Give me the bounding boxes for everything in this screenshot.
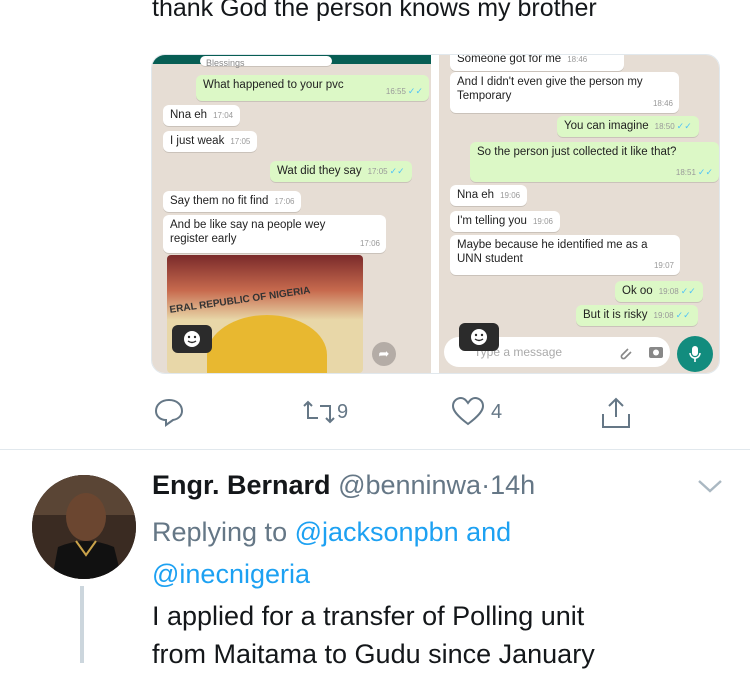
reply-icon xyxy=(154,398,184,427)
tweet-divider xyxy=(0,449,750,450)
tweet-body-line: from Maitama to Gudu since January xyxy=(152,639,595,669)
tweet-actions: 9 4 xyxy=(0,396,750,432)
tweet-body: I applied for a transfer of Polling unit… xyxy=(152,597,595,673)
like-button[interactable]: 4 xyxy=(451,396,502,428)
chat-bubble: I'm telling you 19:06 xyxy=(450,211,560,232)
chat-bubble: You can imagine 18:50 ✓✓ xyxy=(557,116,699,137)
chat-screenshot-right: Someone got for me 18:46 And I didn't eve… xyxy=(439,55,719,373)
chat-bubble: What happened to your pvc 16:55 ✓✓ xyxy=(196,75,429,101)
pvc-card-photo: ERAL REPUBLIC OF NIGERIA xyxy=(167,255,363,373)
chat-bubble: So the person just collected it like tha… xyxy=(470,142,719,182)
chat-bubble: Nna eh 17:04 xyxy=(163,105,241,126)
chat-bubble: But it is risky 19:08 ✓✓ xyxy=(576,305,698,326)
chat-bubble: And I didn't even give the person my Tem… xyxy=(450,72,679,113)
camera-icon xyxy=(649,347,663,358)
author-line: Engr. Bernard @benninwa·14h xyxy=(152,470,535,501)
card-text: ERAL REPUBLIC OF NIGERIA xyxy=(168,285,312,316)
forward-icon: ➦ xyxy=(372,342,396,366)
chat-bubble: I just weak 17:05 xyxy=(163,131,258,152)
quoted-label: Blessings xyxy=(200,56,332,68)
tweet-time: 14h xyxy=(490,470,536,500)
replying-to: Replying to @jacksonpbn and @inecnigeria xyxy=(152,511,511,595)
chat-bubble: Nna eh 19:06 xyxy=(450,185,528,206)
tweet-body-line: I applied for a transfer of Polling unit xyxy=(152,601,585,631)
avatar-photo xyxy=(32,475,136,579)
author-name[interactable]: Engr. Bernard xyxy=(152,470,331,500)
retweet-count: 9 xyxy=(337,400,349,423)
heart-icon xyxy=(451,396,485,426)
attach-icon xyxy=(620,348,632,360)
media-divider xyxy=(431,55,439,373)
mic-icon xyxy=(677,336,713,372)
mention-and: and xyxy=(466,517,512,547)
share-button[interactable] xyxy=(599,396,633,430)
tweet-media[interactable]: Blessings What happened to your pvc 16:55… xyxy=(151,54,720,374)
chat-bubble: Say them no fit find 17:06 xyxy=(163,191,302,212)
retweet-button[interactable]: 9 xyxy=(301,396,348,428)
chat-bubble: Someone got for me 18:46 xyxy=(450,55,624,71)
chevron-down-icon[interactable] xyxy=(697,478,723,499)
tweet-text: thank God the person knows my brother xyxy=(152,0,597,22)
chat-screenshot-left: Blessings What happened to your pvc 16:55… xyxy=(152,55,431,373)
author-handle[interactable]: @benninwa xyxy=(338,470,481,500)
replying-prefix: Replying to xyxy=(152,517,288,547)
meta-dot: · xyxy=(481,470,491,500)
mention-link[interactable]: @jacksonpbn xyxy=(295,517,459,547)
like-count: 4 xyxy=(491,400,503,423)
chat-bubble: Maybe because he identified me as a UNN … xyxy=(450,235,680,275)
reply-button[interactable] xyxy=(153,396,185,428)
thread-line xyxy=(80,586,84,663)
photo-shape xyxy=(207,315,327,373)
emoji-icon xyxy=(459,323,499,351)
chat-bubble: Wat did they say 17:05 ✓✓ xyxy=(270,161,412,182)
chat-bubble: Ok oo 19:08 ✓✓ xyxy=(615,281,703,302)
retweet-icon xyxy=(303,400,335,424)
chat-bubble: And be like say na people wey register e… xyxy=(163,215,386,253)
emoji-icon xyxy=(172,325,212,353)
share-icon xyxy=(602,397,630,428)
mention-link[interactable]: @inecnigeria xyxy=(152,559,310,589)
avatar[interactable] xyxy=(32,475,136,579)
